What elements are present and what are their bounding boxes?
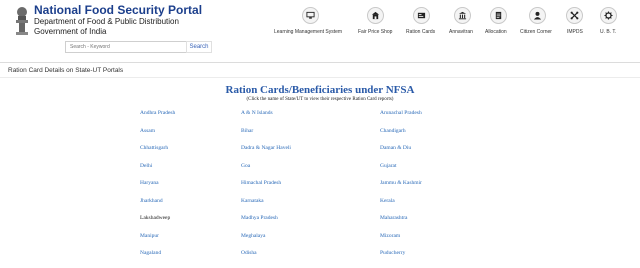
page-title: Ration Cards/Beneficiaries under NFSA (225, 84, 415, 96)
user-icon (529, 7, 546, 24)
search-input[interactable] (65, 41, 188, 53)
state-link[interactable]: Chhattisgarh (140, 145, 241, 163)
monitor-icon (302, 7, 319, 24)
state-link[interactable]: Delhi (140, 163, 241, 181)
state-link[interactable]: Daman & Diu (380, 145, 540, 163)
nav-label: Citizen Corner (520, 29, 552, 35)
gear-icon (600, 7, 617, 24)
state-link[interactable]: Jammu & Kashmir (380, 180, 540, 198)
state-link[interactable]: Goa (241, 163, 380, 181)
nav-label: Allocation (485, 29, 507, 35)
nav-label: Learning Management System (274, 29, 343, 35)
state-link[interactable]: Meghalaya (241, 233, 380, 251)
state-link[interactable]: Chandigarh (380, 128, 540, 146)
nav-annavitran[interactable]: Annavitran (449, 7, 475, 39)
government-name: Government of India (34, 27, 107, 36)
header-divider (0, 62, 640, 63)
nav-ubt[interactable]: U. B. T. (597, 7, 621, 39)
nav-label: U. B. T. (600, 29, 617, 35)
nav-label: Annavitran (449, 29, 473, 35)
state-link[interactable]: Madhya Pradesh (241, 215, 380, 233)
nav-label: IMPDS (567, 29, 583, 35)
nav-fair-price-shop[interactable]: Fair Price Shop (357, 7, 397, 39)
state-link[interactable]: Karnataka (241, 198, 380, 216)
nav-learning-management-system[interactable]: Learning Management System (272, 7, 348, 39)
state-link[interactable]: Mizoram (380, 233, 540, 251)
nav-label: Ration Cards (406, 29, 436, 35)
breadcrumb-divider (0, 77, 640, 78)
state-link[interactable]: Andhra Pradesh (140, 110, 241, 128)
state-link[interactable]: Himachal Pradesh (241, 180, 380, 198)
nav-allocation[interactable]: Allocation (485, 7, 511, 39)
state-link[interactable]: Gujarat (380, 163, 540, 181)
breadcrumb: Ration Card Details on State-UT Portals (8, 67, 124, 74)
state-link[interactable]: Bihar (241, 128, 380, 146)
arrows-icon (566, 7, 583, 24)
state-link[interactable]: Jharkhand (140, 198, 241, 216)
portal-title: National Food Security Portal (34, 3, 203, 17)
building-icon (454, 7, 471, 24)
card-icon (413, 7, 430, 24)
state-link[interactable]: Arunachal Pradesh (380, 110, 540, 128)
state-link[interactable]: Odisha (241, 250, 380, 268)
state-link[interactable]: Kerala (380, 198, 540, 216)
state-link[interactable]: Assam (140, 128, 241, 146)
state-link[interactable]: Nagaland (140, 250, 241, 268)
state-link[interactable]: Manipur (140, 233, 241, 251)
state-list: Andhra Pradesh A & N Islands Arunachal P… (140, 110, 540, 268)
national-emblem-icon (16, 7, 28, 35)
nav-label: Fair Price Shop (358, 29, 393, 35)
shop-icon (367, 7, 384, 24)
nav-citizen-corner[interactable]: Citizen Corner (519, 7, 557, 39)
state-link[interactable]: Lakshadweep (140, 215, 241, 233)
page-subtitle: (Click the name of State/UT to view thei… (246, 97, 394, 102)
document-icon (490, 7, 507, 24)
state-link[interactable]: Dadra & Nagar Haveli (241, 145, 380, 163)
state-link[interactable]: Maharashtra (380, 215, 540, 233)
search-button[interactable]: Search (186, 41, 212, 53)
nav-ration-cards[interactable]: Ration Cards (406, 7, 438, 39)
nav-impds[interactable]: IMPDS (563, 7, 587, 39)
state-link[interactable]: Puducherry (380, 250, 540, 268)
state-link[interactable]: Haryana (140, 180, 241, 198)
site-header: National Food Security Portal Department… (0, 0, 640, 62)
department-name: Department of Food & Public Distribution (34, 17, 179, 26)
state-link[interactable]: A & N Islands (241, 110, 380, 128)
